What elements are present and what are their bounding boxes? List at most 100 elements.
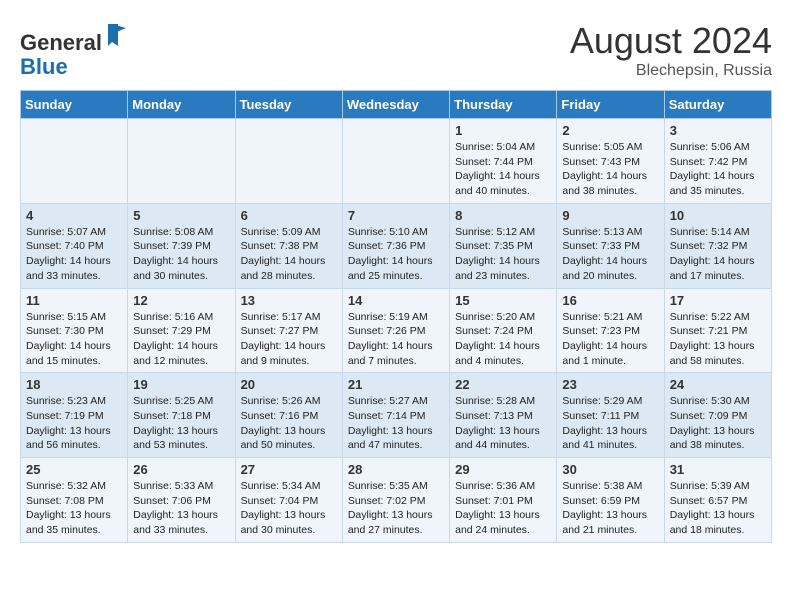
calendar-cell: 30 Sunrise: 5:38 AM Sunset: 6:59 PM Dayli… <box>557 458 664 543</box>
calendar-cell: 10 Sunrise: 5:14 AM Sunset: 7:32 PM Dayli… <box>664 203 771 288</box>
header-thursday: Thursday <box>450 91 557 119</box>
day-number: 29 <box>455 462 551 477</box>
title-block: August 2024 Blechepsin, Russia <box>570 20 772 80</box>
calendar-cell: 31 Sunrise: 5:39 AM Sunset: 6:57 PM Dayli… <box>664 458 771 543</box>
day-info: Sunrise: 5:25 AM Sunset: 7:18 PM Dayligh… <box>133 394 229 453</box>
calendar-table: SundayMondayTuesdayWednesdayThursdayFrid… <box>20 90 772 543</box>
day-info: Sunrise: 5:23 AM Sunset: 7:19 PM Dayligh… <box>26 394 122 453</box>
header-friday: Friday <box>557 91 664 119</box>
calendar-cell: 5 Sunrise: 5:08 AM Sunset: 7:39 PM Daylig… <box>128 203 235 288</box>
day-info: Sunrise: 5:09 AM Sunset: 7:38 PM Dayligh… <box>241 225 337 284</box>
calendar-week-row: 25Sunrise: 5:32 AM Sunset: 7:08 PM Dayli… <box>21 458 772 543</box>
logo-blue: Blue <box>20 54 68 79</box>
day-info: Sunrise: 5:06 AM Sunset: 7:42 PM Dayligh… <box>670 140 766 199</box>
page-header: General Blue August 2024 Blechepsin, Rus… <box>20 20 772 80</box>
day-number: 3 <box>670 123 766 138</box>
day-info: Sunrise: 5:20 AM Sunset: 7:24 PM Dayligh… <box>455 310 551 369</box>
calendar-cell: 9 Sunrise: 5:13 AM Sunset: 7:33 PM Daylig… <box>557 203 664 288</box>
day-number: 24 <box>670 377 766 392</box>
day-info: Sunrise: 5:17 AM Sunset: 7:27 PM Dayligh… <box>241 310 337 369</box>
calendar-cell <box>342 119 449 204</box>
day-info: Sunrise: 5:34 AM Sunset: 7:04 PM Dayligh… <box>241 479 337 538</box>
day-info: Sunrise: 5:07 AM Sunset: 7:40 PM Dayligh… <box>26 225 122 284</box>
calendar-cell: 1 Sunrise: 5:04 AM Sunset: 7:44 PM Daylig… <box>450 119 557 204</box>
calendar-week-row: 11 Sunrise: 5:15 AM Sunset: 7:30 PM Dayli… <box>21 288 772 373</box>
day-number: 21 <box>348 377 444 392</box>
day-number: 10 <box>670 208 766 223</box>
calendar-cell: 24 Sunrise: 5:30 AM Sunset: 7:09 PM Dayli… <box>664 373 771 458</box>
calendar-week-row: 4 Sunrise: 5:07 AM Sunset: 7:40 PM Daylig… <box>21 203 772 288</box>
day-info: Sunrise: 5:04 AM Sunset: 7:44 PM Dayligh… <box>455 140 551 199</box>
day-number: 12 <box>133 293 229 308</box>
calendar-cell: 21 Sunrise: 5:27 AM Sunset: 7:14 PM Dayli… <box>342 373 449 458</box>
day-number: 23 <box>562 377 658 392</box>
day-number: 1 <box>455 123 551 138</box>
calendar-cell: 6 Sunrise: 5:09 AM Sunset: 7:38 PM Daylig… <box>235 203 342 288</box>
day-number: 22 <box>455 377 551 392</box>
calendar-cell: 12Sunrise: 5:16 AM Sunset: 7:29 PM Dayli… <box>128 288 235 373</box>
day-number: 31 <box>670 462 766 477</box>
calendar-cell: 26 Sunrise: 5:33 AM Sunset: 7:06 PM Dayli… <box>128 458 235 543</box>
day-info: Sunrise: 5:08 AM Sunset: 7:39 PM Dayligh… <box>133 225 229 284</box>
day-number: 27 <box>241 462 337 477</box>
calendar-cell: 20Sunrise: 5:26 AM Sunset: 7:16 PM Dayli… <box>235 373 342 458</box>
day-number: 9 <box>562 208 658 223</box>
calendar-cell: 7 Sunrise: 5:10 AM Sunset: 7:36 PM Daylig… <box>342 203 449 288</box>
calendar-cell: 16 Sunrise: 5:21 AM Sunset: 7:23 PM Dayli… <box>557 288 664 373</box>
day-info: Sunrise: 5:28 AM Sunset: 7:13 PM Dayligh… <box>455 394 551 453</box>
day-info: Sunrise: 5:13 AM Sunset: 7:33 PM Dayligh… <box>562 225 658 284</box>
day-number: 19 <box>133 377 229 392</box>
day-info: Sunrise: 5:21 AM Sunset: 7:23 PM Dayligh… <box>562 310 658 369</box>
day-info: Sunrise: 5:30 AM Sunset: 7:09 PM Dayligh… <box>670 394 766 453</box>
day-info: Sunrise: 5:22 AM Sunset: 7:21 PM Dayligh… <box>670 310 766 369</box>
day-number: 16 <box>562 293 658 308</box>
calendar-cell: 19 Sunrise: 5:25 AM Sunset: 7:18 PM Dayli… <box>128 373 235 458</box>
day-info: Sunrise: 5:14 AM Sunset: 7:32 PM Dayligh… <box>670 225 766 284</box>
day-number: 7 <box>348 208 444 223</box>
day-number: 30 <box>562 462 658 477</box>
header-saturday: Saturday <box>664 91 771 119</box>
day-info: Sunrise: 5:29 AM Sunset: 7:11 PM Dayligh… <box>562 394 658 453</box>
day-info: Sunrise: 5:39 AM Sunset: 6:57 PM Dayligh… <box>670 479 766 538</box>
header-sunday: Sunday <box>21 91 128 119</box>
calendar-cell: 27 Sunrise: 5:34 AM Sunset: 7:04 PM Dayli… <box>235 458 342 543</box>
calendar-cell: 11 Sunrise: 5:15 AM Sunset: 7:30 PM Dayli… <box>21 288 128 373</box>
calendar-cell: 23 Sunrise: 5:29 AM Sunset: 7:11 PM Dayli… <box>557 373 664 458</box>
calendar-cell: 13 Sunrise: 5:17 AM Sunset: 7:27 PM Dayli… <box>235 288 342 373</box>
calendar-cell <box>21 119 128 204</box>
calendar-cell: 15 Sunrise: 5:20 AM Sunset: 7:24 PM Dayli… <box>450 288 557 373</box>
day-number: 14 <box>348 293 444 308</box>
calendar-cell: 14 Sunrise: 5:19 AM Sunset: 7:26 PM Dayli… <box>342 288 449 373</box>
month-year-title: August 2024 <box>570 20 772 62</box>
header-wednesday: Wednesday <box>342 91 449 119</box>
calendar-week-row: 18 Sunrise: 5:23 AM Sunset: 7:19 PM Dayli… <box>21 373 772 458</box>
day-number: 13 <box>241 293 337 308</box>
calendar-cell <box>235 119 342 204</box>
header-tuesday: Tuesday <box>235 91 342 119</box>
calendar-cell: 4 Sunrise: 5:07 AM Sunset: 7:40 PM Daylig… <box>21 203 128 288</box>
day-info: Sunrise: 5:19 AM Sunset: 7:26 PM Dayligh… <box>348 310 444 369</box>
day-number: 15 <box>455 293 551 308</box>
day-info: Sunrise: 5:33 AM Sunset: 7:06 PM Dayligh… <box>133 479 229 538</box>
day-info: Sunrise: 5:10 AM Sunset: 7:36 PM Dayligh… <box>348 225 444 284</box>
day-number: 18 <box>26 377 122 392</box>
calendar-cell: 3 Sunrise: 5:06 AM Sunset: 7:42 PM Daylig… <box>664 119 771 204</box>
day-info: Sunrise: 5:27 AM Sunset: 7:14 PM Dayligh… <box>348 394 444 453</box>
calendar-cell: 25Sunrise: 5:32 AM Sunset: 7:08 PM Dayli… <box>21 458 128 543</box>
header-monday: Monday <box>128 91 235 119</box>
day-number: 2 <box>562 123 658 138</box>
calendar-header-row: SundayMondayTuesdayWednesdayThursdayFrid… <box>21 91 772 119</box>
day-number: 11 <box>26 293 122 308</box>
day-number: 4 <box>26 208 122 223</box>
day-info: Sunrise: 5:38 AM Sunset: 6:59 PM Dayligh… <box>562 479 658 538</box>
calendar-cell: 18 Sunrise: 5:23 AM Sunset: 7:19 PM Dayli… <box>21 373 128 458</box>
calendar-cell: 2Sunrise: 5:05 AM Sunset: 7:43 PM Daylig… <box>557 119 664 204</box>
day-number: 25 <box>26 462 122 477</box>
calendar-cell: 17Sunrise: 5:22 AM Sunset: 7:21 PM Dayli… <box>664 288 771 373</box>
day-number: 26 <box>133 462 229 477</box>
day-number: 8 <box>455 208 551 223</box>
calendar-cell: 8Sunrise: 5:12 AM Sunset: 7:35 PM Daylig… <box>450 203 557 288</box>
day-number: 6 <box>241 208 337 223</box>
day-number: 5 <box>133 208 229 223</box>
day-info: Sunrise: 5:15 AM Sunset: 7:30 PM Dayligh… <box>26 310 122 369</box>
